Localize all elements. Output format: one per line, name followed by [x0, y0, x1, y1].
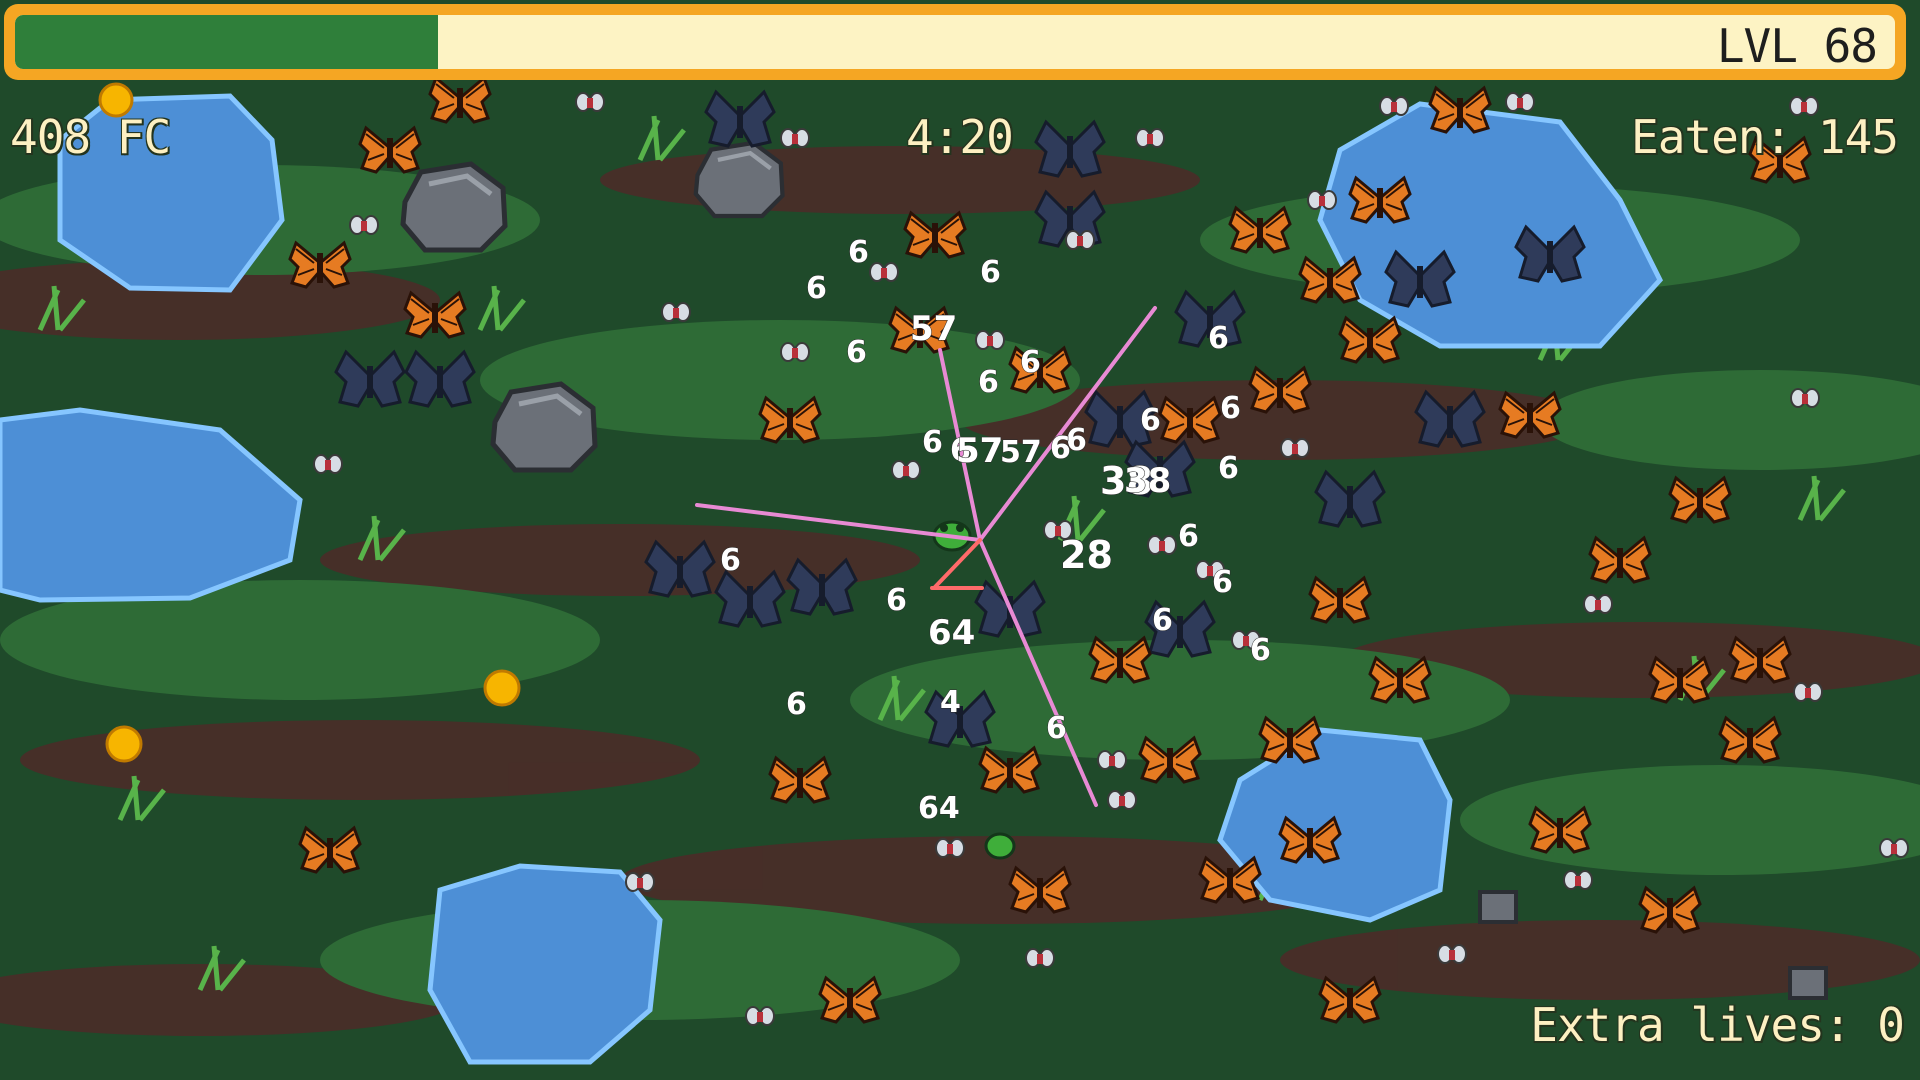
damage-number: 6: [1020, 345, 1041, 380]
damage-number: 6: [1212, 565, 1233, 600]
damage-number: 6: [1250, 633, 1271, 668]
damage-number: 4: [940, 685, 961, 720]
damage-number: 6: [848, 235, 869, 270]
damage-number: 6: [978, 365, 999, 400]
damage-number: 64: [928, 613, 975, 653]
xp-track: LVL 68: [15, 15, 1895, 69]
damage-number: 38: [1124, 461, 1171, 501]
damage-number: 6: [1046, 711, 1067, 746]
damage-number: 6: [786, 687, 807, 722]
damage-number: 6: [886, 583, 907, 618]
damage-number: 6: [980, 255, 1001, 290]
extra-lives-counter: Extra lives: 0: [1530, 998, 1905, 1052]
damage-number: 57: [1000, 435, 1042, 470]
damage-number: 6: [846, 335, 867, 370]
currency-counter: 408 FC: [10, 110, 171, 164]
xp-progress-bar: LVL 68: [4, 4, 1906, 80]
damage-number: 57: [910, 309, 957, 349]
damage-number: 6: [1178, 519, 1199, 554]
damage-number: 64: [918, 791, 960, 826]
damage-number: 57: [956, 431, 1003, 471]
damage-number: 6: [1208, 321, 1229, 356]
damage-number: 6: [1140, 403, 1161, 438]
damage-number: 6: [1152, 603, 1173, 638]
damage-number: 6: [720, 543, 741, 578]
damage-number: 6: [806, 271, 827, 306]
damage-number: 6: [1218, 451, 1239, 486]
damage-number: 6: [1220, 391, 1241, 426]
game-viewport[interactable]: 6 6 6 6 57 6 6 6 6 6 6 6 6 57 57 6 6 38 38 6 28 6 6 6 64 6 6 4 6 64 6 …: [0, 0, 1920, 1080]
damage-number: 28: [1060, 533, 1113, 577]
damage-number: 6: [1050, 431, 1071, 466]
damage-number: 6: [922, 425, 943, 460]
survival-timer: 4:20: [906, 110, 1014, 164]
level-label: LVL 68: [1716, 19, 1878, 69]
xp-fill: [15, 15, 438, 69]
eaten-counter: Eaten: 145: [1631, 110, 1899, 164]
